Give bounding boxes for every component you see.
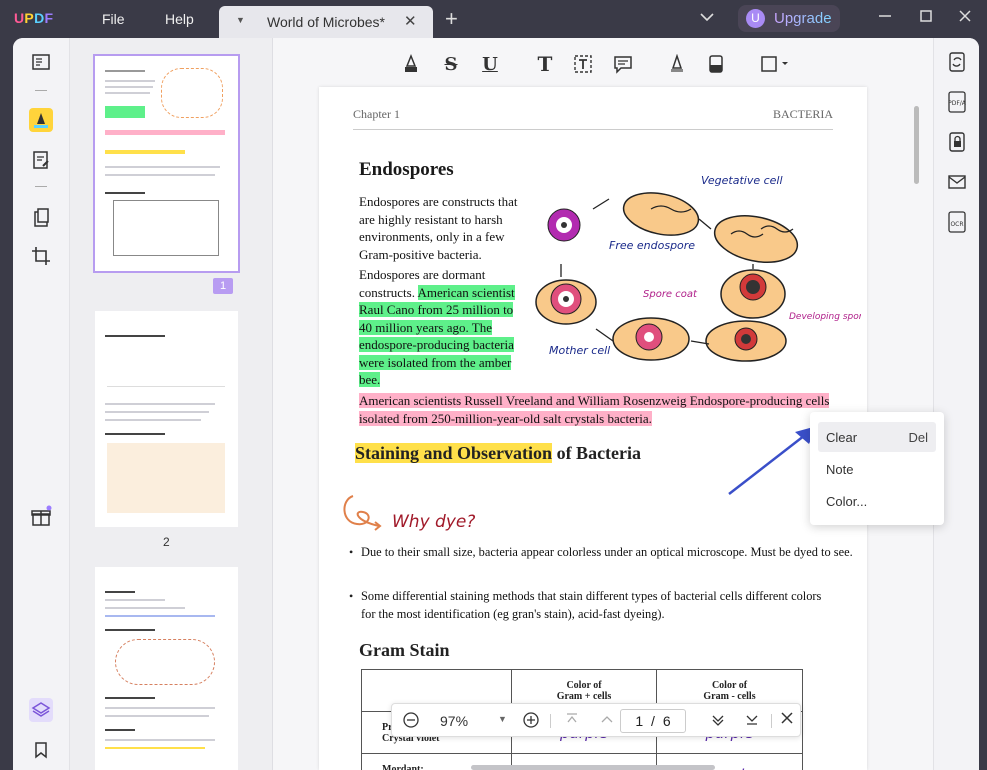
paragraph-2: Endospores are dormant constructs. Ameri… — [359, 266, 521, 389]
bullet-1: Due to their small size, bacteria appear… — [361, 545, 853, 559]
heading-staining-rest: of Bacteria — [552, 443, 642, 463]
divider — [771, 714, 772, 728]
crop-icon[interactable] — [29, 244, 53, 268]
handwritten-why-dye[interactable]: Why dye? — [392, 512, 475, 532]
protect-icon[interactable] — [944, 129, 970, 155]
heading-endospores: Endospores — [359, 159, 454, 180]
page-header-chapter: Chapter 1 — [353, 107, 400, 121]
last-page-icon[interactable] — [744, 711, 760, 730]
context-menu-clear[interactable]: Clear Del — [818, 422, 936, 452]
underline-tool-icon[interactable]: U — [478, 52, 502, 76]
bullet-dot: • — [349, 589, 354, 603]
curl-arrow-icon — [343, 495, 382, 531]
svg-text:PDF/A: PDF/A — [948, 100, 967, 107]
page-number-badge-1: 1 — [213, 278, 233, 294]
yellow-highlight-annotation[interactable]: Staining and Observation — [355, 443, 553, 463]
minimize-icon[interactable] — [878, 9, 892, 28]
pointer-arrow-annotation[interactable] — [723, 418, 823, 498]
vertical-scrollbar[interactable] — [914, 106, 919, 184]
close-window-icon[interactable] — [958, 9, 972, 28]
divider — [35, 186, 47, 187]
label-developing-spore-coat: Developing spore coat — [789, 312, 861, 322]
title-bar: UPDF File Help ▼ World of Microbes* ✕ + … — [0, 0, 987, 38]
thumbnail-panel: 1 2 — [70, 38, 273, 770]
page-number-input[interactable]: 1 / 6 — [620, 709, 686, 733]
context-menu-note[interactable]: Note — [818, 454, 936, 484]
context-menu: Clear Del Note Color... — [810, 412, 944, 525]
layers-icon[interactable] — [29, 698, 53, 722]
zoom-page-bar: 97% ▼ 1 / 6 — [391, 703, 801, 737]
reader-mode-icon[interactable] — [29, 50, 53, 74]
pencil-tool-icon[interactable] — [665, 52, 689, 76]
next-page-icon[interactable] — [710, 711, 726, 730]
comment-mode-icon[interactable] — [29, 108, 53, 132]
highlight-tool-icon[interactable] — [399, 52, 423, 76]
current-page: 1 — [635, 713, 644, 729]
page-number-2: 2 — [163, 535, 170, 549]
zoom-in-icon[interactable] — [522, 711, 540, 732]
label-mother-cell: Mother cell — [549, 344, 610, 357]
upgrade-button[interactable]: U Upgrade — [738, 5, 840, 32]
label-spore-coat: Spore coat — [643, 289, 698, 300]
text-tool-icon[interactable]: T — [533, 52, 557, 76]
total-pages: 6 — [662, 713, 671, 729]
context-menu-color[interactable]: Color... — [818, 486, 936, 516]
email-icon[interactable] — [944, 169, 970, 195]
endospore-diagram: Vegetative cell Free endospore Spore coa… — [535, 174, 861, 362]
pdfa-icon[interactable]: PDF/A — [944, 89, 970, 115]
chevron-down-icon[interactable] — [700, 9, 714, 27]
new-tab-icon[interactable]: + — [445, 6, 458, 32]
first-page-icon[interactable] — [564, 711, 580, 730]
comment-toolbar: S U T — [273, 38, 933, 90]
heading-gram-stain: Gram Stain — [359, 640, 450, 660]
upgrade-label: Upgrade — [774, 10, 832, 27]
app-window: 1 2 S U T PDF/A OCR Chapter 1 BACTERIA E… — [13, 38, 979, 770]
clear-shortcut: Del — [908, 430, 928, 445]
sticky-note-tool-icon[interactable] — [611, 52, 635, 76]
label-free-endospore: Free endospore — [609, 239, 695, 252]
strikethrough-tool-icon[interactable]: S — [439, 52, 463, 76]
maximize-icon[interactable] — [919, 9, 933, 28]
menu-help[interactable]: Help — [165, 11, 194, 27]
horizontal-scrollbar[interactable] — [471, 765, 715, 770]
close-zoombar-icon[interactable] — [780, 711, 794, 728]
zoom-out-icon[interactable] — [402, 711, 420, 732]
tab-title: World of Microbes* — [267, 14, 386, 30]
divider — [550, 714, 551, 728]
bookmark-icon[interactable] — [29, 738, 53, 762]
close-tab-icon[interactable]: ✕ — [404, 12, 417, 30]
page-thumbnail-2[interactable] — [95, 311, 238, 527]
divider — [35, 90, 47, 91]
paragraph-1: Endospores are constructs that are highl… — [359, 194, 518, 262]
avatar: U — [746, 9, 765, 28]
edit-pdf-icon[interactable] — [29, 148, 53, 172]
label-vegetative-cell: Vegetative cell — [701, 174, 783, 187]
right-tool-bar: PDF/A OCR — [933, 38, 979, 770]
eraser-tool-icon[interactable] — [704, 52, 728, 76]
zoom-level[interactable]: 97% — [440, 713, 468, 729]
gift-icon[interactable] — [29, 504, 53, 528]
heading-staining: Staining and Observation of Bacteria — [355, 443, 641, 464]
ocr-icon[interactable]: OCR — [944, 209, 970, 235]
page-thumbnail-1[interactable] — [93, 54, 240, 273]
left-tool-bar — [13, 38, 70, 770]
bullet-2: Some differential staining methods that … — [361, 589, 822, 621]
shape-tool-icon[interactable] — [759, 52, 793, 76]
document-tab[interactable]: ▼ World of Microbes* ✕ — [219, 6, 433, 38]
svg-text:OCR: OCR — [950, 221, 963, 228]
convert-icon[interactable] — [944, 49, 970, 75]
tab-dropdown-icon[interactable]: ▼ — [236, 15, 245, 25]
header-rule — [353, 129, 833, 130]
page-thumbnail-3[interactable] — [95, 567, 238, 770]
page-separator: / — [651, 713, 655, 729]
textbox-tool-icon[interactable] — [571, 52, 595, 76]
updf-logo: UPDF — [14, 10, 54, 26]
zoom-dropdown-icon[interactable]: ▼ — [498, 714, 507, 724]
bullet-dot: • — [349, 545, 354, 559]
page-header-title: BACTERIA — [773, 107, 833, 121]
organize-pages-icon[interactable] — [29, 206, 53, 230]
clear-label: Clear — [826, 430, 858, 445]
previous-page-icon[interactable] — [599, 711, 615, 730]
menu-file[interactable]: File — [102, 11, 125, 27]
